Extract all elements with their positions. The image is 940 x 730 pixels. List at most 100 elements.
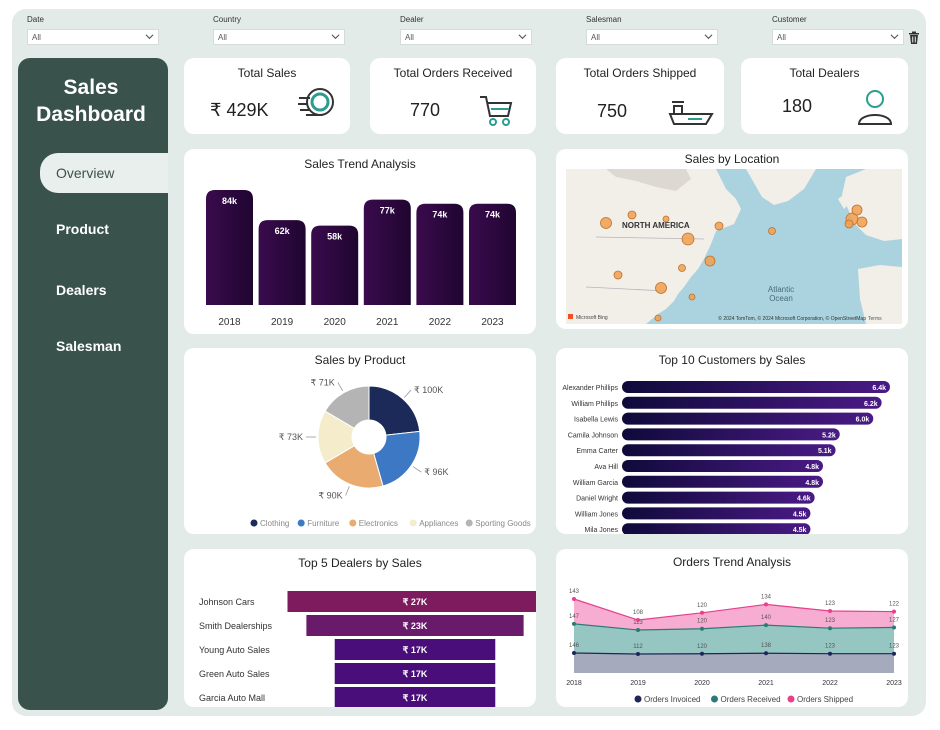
nav-item-product[interactable]: Product [18, 209, 168, 249]
dealer-bar-label: ₹ 17K [403, 669, 428, 679]
point-label: 123 [825, 601, 836, 607]
legend-label: Electronics [359, 519, 398, 528]
pie-leader-line [404, 389, 412, 398]
point-label: 138 [761, 643, 772, 649]
sidebar-title: Sales Dashboard [18, 74, 164, 128]
pie-slice [368, 385, 421, 436]
sales-product-card: Sales by Product ₹ 100K ₹ 96K ₹ 90K ₹ 73K ₹ … [184, 348, 536, 534]
top-dealers-card: Top 5 Dealers by Sales Johnson Cars ₹ 27K… [184, 549, 536, 707]
series-point [700, 626, 704, 631]
sales-location-map[interactable]: NORTH AMERICA Atlantic Ocean Microsoft B… [566, 169, 902, 324]
dashboard: Date All Country All Dealer All Salesman… [12, 9, 926, 716]
customer-bar [622, 507, 811, 520]
customer-name: Alexander Phillips [562, 385, 618, 392]
filter-value: All [777, 33, 786, 42]
customer-bar-label: 4.8k [805, 464, 819, 471]
pie-label: ₹ 96K [424, 467, 448, 477]
sales-product-chart: ₹ 100K ₹ 96K ₹ 90K ₹ 73K ₹ 71K Clothing Furnit… [250, 377, 531, 528]
map-bubble [844, 219, 854, 229]
series-point [892, 625, 896, 630]
map-bubble [768, 227, 776, 235]
nav-item-label: Overview [56, 165, 115, 181]
sales-location-card: Sales by Location NORTH AMERICA Atlantic… [556, 149, 908, 329]
filter-label: Dealer [400, 15, 424, 24]
legend-label: Furniture [307, 519, 340, 528]
filter-dealer[interactable]: Dealer All [400, 15, 532, 45]
kpi-value: 180 [782, 96, 813, 116]
customer-name: Isabella Lewis [574, 417, 618, 424]
kpi-value: 770 [410, 100, 441, 120]
legend-label: Orders Invoiced [644, 695, 700, 704]
chevron-down-icon [145, 34, 154, 40]
customer-bar [622, 412, 874, 425]
x-tick-label: 2020 [694, 680, 710, 687]
customer-name: Mila Jones [585, 527, 619, 534]
customer-bar [622, 396, 882, 409]
x-tick-label: 2018 [218, 317, 241, 328]
filter-dropdown[interactable]: All [772, 29, 904, 45]
customer-bar-label: 6.0k [856, 417, 870, 424]
map-bubble [654, 314, 662, 322]
sales-bar-label: 84k [222, 196, 238, 206]
kpi-card-total-dealers: Total Dealers 180 [741, 58, 908, 134]
filter-dropdown[interactable]: All [400, 29, 532, 45]
legend-marker [787, 695, 795, 703]
point-label: 146 [569, 643, 580, 649]
series-point [572, 597, 576, 601]
filter-dropdown[interactable]: All [586, 29, 718, 45]
filter-label: Customer [772, 15, 807, 24]
chart-title: Sales by Location [684, 152, 780, 166]
kpi-value: ₹ 429K [210, 100, 269, 120]
nav-item-salesman[interactable]: Salesman [18, 326, 168, 366]
customer-bar-label: 5.2k [822, 432, 836, 439]
map-bubble [681, 232, 695, 246]
trash-icon[interactable] [908, 31, 920, 45]
series-point [892, 651, 896, 656]
customer-name: Daniel Wright [576, 496, 618, 503]
map-label-continent: NORTH AMERICA [622, 221, 690, 230]
filter-date[interactable]: Date All [27, 15, 159, 45]
filter-label: Date [27, 15, 44, 24]
point-label: 108 [633, 610, 644, 616]
x-tick-label: 2021 [758, 680, 774, 687]
series-point [764, 651, 768, 656]
point-label: 143 [569, 589, 580, 595]
filter-dropdown[interactable]: All [27, 29, 159, 45]
dealer-bar-label: ₹ 23K [403, 621, 428, 631]
filter-value: All [218, 33, 227, 42]
map-attribution: © 2024 TomTom, © 2024 Microsoft Corporat… [718, 315, 866, 322]
map-bubble [856, 216, 868, 228]
x-tick-label: 2023 [481, 317, 504, 328]
dealer-name: Green Auto Sales [199, 669, 270, 679]
filter-customer[interactable]: Customer All [772, 15, 904, 45]
filter-dropdown[interactable]: All [213, 29, 345, 45]
kpi-card-orders-received: Total Orders Received 770 [370, 58, 536, 134]
orders-trend-card: Orders Trend Analysis 146 112 120 138 123 123… [556, 549, 908, 707]
point-label: 134 [761, 594, 772, 600]
customer-bar [622, 381, 890, 393]
nav-item-dealers[interactable]: Dealers [18, 270, 168, 310]
nav-item-overview[interactable]: Overview [40, 153, 168, 193]
point-label: 123 [825, 618, 836, 624]
series-point [700, 610, 704, 615]
pie-leader-line [337, 382, 344, 392]
series-point [572, 651, 576, 655]
chevron-down-icon [331, 34, 340, 40]
point-label: 122 [889, 602, 900, 608]
map-terms-link[interactable]: Terms [868, 316, 882, 322]
sales-bar-label: 62k [275, 226, 291, 236]
x-tick-label: 2019 [630, 680, 646, 687]
customer-bar-label: 4.6k [797, 496, 811, 503]
customer-bar-label: 6.2k [864, 401, 878, 408]
dealer-name: Smith Dealerships [199, 621, 273, 631]
point-label: 123 [825, 644, 836, 650]
kpi-card-total-sales: Total Sales ₹ 429K [184, 58, 350, 134]
filter-salesman[interactable]: Salesman All [586, 15, 718, 45]
series-point [636, 618, 640, 622]
x-tick-label: 2022 [822, 680, 838, 687]
kpi-title: Total Dealers [789, 66, 860, 80]
filter-country[interactable]: Country All [213, 15, 345, 45]
map-bubble [613, 270, 623, 280]
map-bubble [655, 282, 667, 294]
nav-item-label: Salesman [56, 338, 122, 354]
